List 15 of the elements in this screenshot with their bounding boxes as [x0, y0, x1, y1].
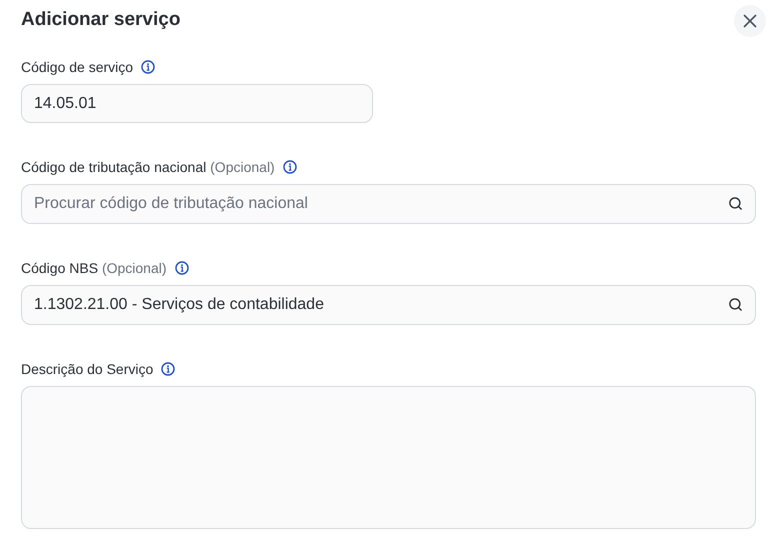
- search-icon[interactable]: [728, 196, 743, 211]
- info-icon[interactable]: [282, 160, 297, 174]
- search-field[interactable]: 1.1302.21.00 - Serviços de contabilidade: [21, 285, 756, 325]
- dialog-title: Adicionar serviço: [21, 8, 180, 32]
- input-field[interactable]: 14.05.01: [21, 84, 373, 123]
- field-label: Código de serviço: [21, 58, 134, 77]
- field-label: Descrição do Serviço: [21, 360, 154, 379]
- field-label: Código NBS (Opcional): [21, 258, 167, 278]
- info-icon[interactable]: [174, 261, 189, 275]
- search-field[interactable]: Procurar código de tributação nacional: [21, 184, 756, 224]
- close-button[interactable]: [734, 5, 766, 37]
- field-label: Código de tributação nacional (Opcional): [21, 158, 275, 177]
- info-icon[interactable]: [161, 362, 176, 376]
- info-icon[interactable]: [141, 60, 156, 74]
- search-icon[interactable]: [728, 297, 743, 312]
